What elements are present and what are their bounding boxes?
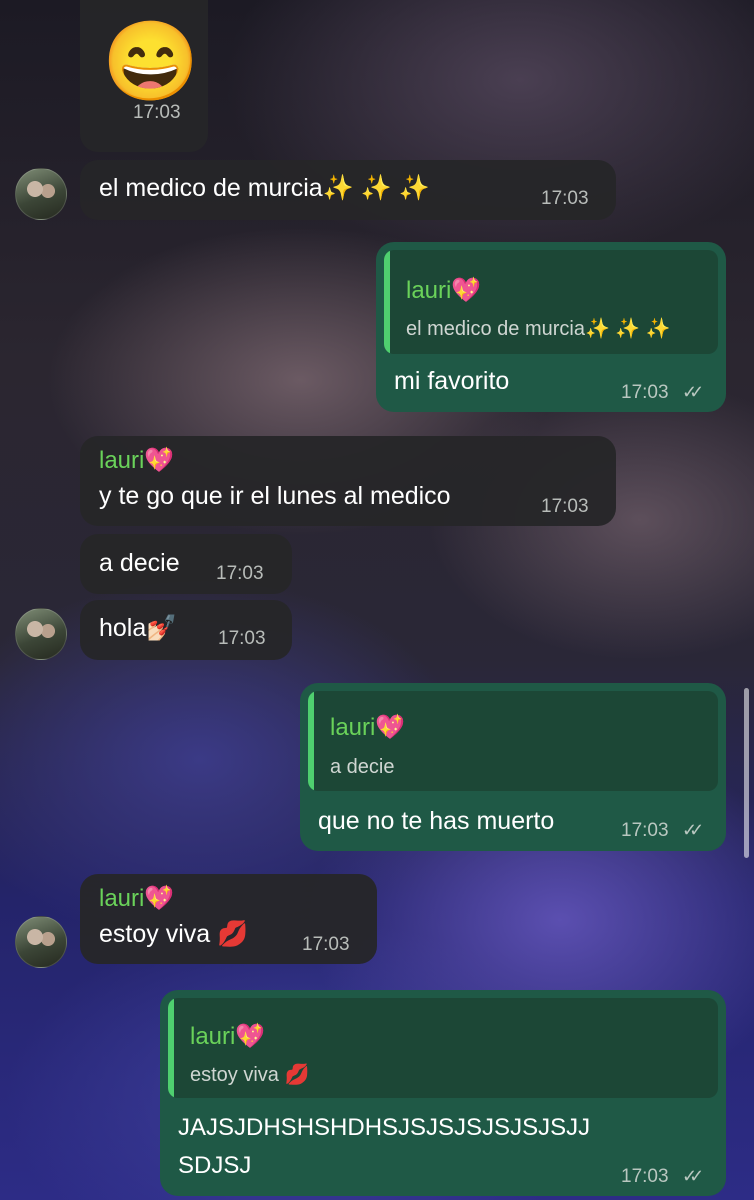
message-bubble[interactable]: a decie 17:03 [80, 534, 292, 594]
message-text-line-2: SDJSJ [178, 1152, 252, 1179]
message-bubble[interactable]: lauri💖 estoy viva 💋 17:03 [80, 874, 377, 964]
message-text: a decie [99, 549, 180, 577]
message-bubble[interactable]: el medico de murcia✨ ✨ ✨ 17:03 [80, 160, 616, 220]
message-text-line-1: JAJSJDHSHSHDHSJSJSJSJSJSJSJJ [178, 1114, 591, 1141]
contact-avatar[interactable] [15, 608, 67, 660]
contact-avatar[interactable] [15, 916, 67, 968]
read-receipt-icon: ✓✓ [682, 382, 704, 402]
message-text: estoy viva 💋 [99, 920, 249, 948]
message-text: y te go que ir el lunes al medico [99, 482, 451, 510]
quoted-text: a decie [330, 756, 395, 778]
quoted-text: el medico de murcia✨ ✨ ✨ [406, 318, 671, 340]
quoted-message[interactable]: lauri💖 a decie [308, 691, 718, 791]
message-time: 17:03 [541, 188, 589, 209]
scrollbar[interactable] [744, 688, 749, 858]
message-bubble[interactable]: lauri💖 y te go que ir el lunes al medico… [80, 436, 616, 526]
message-time: 17:03 [621, 382, 669, 403]
quoted-sender-name: lauri💖 [406, 277, 482, 304]
message-time: 17:03 [302, 934, 350, 955]
quoted-sender-name: lauri💖 [330, 714, 406, 741]
message-bubble-reply[interactable]: lauri💖 a decie que no te has muerto 17:0… [300, 683, 726, 851]
grinning-face-emoji: 😄 [102, 17, 200, 105]
message-text: hola💅🏻 [99, 614, 178, 642]
quoted-message[interactable]: lauri💖 estoy viva 💋 [168, 998, 718, 1098]
message-bubble-emoji[interactable]: 😄 17:03 [80, 0, 208, 152]
message-text: el medico de murcia✨ ✨ ✨ [99, 174, 430, 202]
message-time: 17:03 [218, 628, 266, 649]
message-bubble-reply[interactable]: lauri💖 el medico de murcia✨ ✨ ✨ mi favor… [376, 242, 726, 412]
sender-name: lauri💖 [99, 447, 175, 474]
message-time: 17:03 [541, 496, 589, 517]
message-bubble-reply[interactable]: lauri💖 estoy viva 💋 JAJSJDHSHSHDHSJSJSJS… [160, 990, 726, 1196]
quoted-message[interactable]: lauri💖 el medico de murcia✨ ✨ ✨ [384, 250, 718, 354]
message-time: 17:03 [621, 820, 669, 841]
quoted-text: estoy viva 💋 [190, 1064, 310, 1086]
read-receipt-icon: ✓✓ [682, 820, 704, 840]
message-time: 17:03 [621, 1166, 669, 1187]
sender-name: lauri💖 [99, 885, 175, 912]
read-receipt-icon: ✓✓ [682, 1166, 704, 1186]
message-text: que no te has muerto [318, 807, 555, 835]
contact-avatar[interactable] [15, 168, 67, 220]
quoted-sender-name: lauri💖 [190, 1023, 266, 1050]
message-bubble[interactable]: hola💅🏻 17:03 [80, 600, 292, 660]
message-time: 17:03 [216, 563, 264, 584]
message-time: 17:03 [133, 102, 181, 123]
message-text: mi favorito [394, 367, 510, 395]
chat-screen: { "messages": { "m1": {"emoji": "😄", "ti… [0, 0, 754, 1200]
